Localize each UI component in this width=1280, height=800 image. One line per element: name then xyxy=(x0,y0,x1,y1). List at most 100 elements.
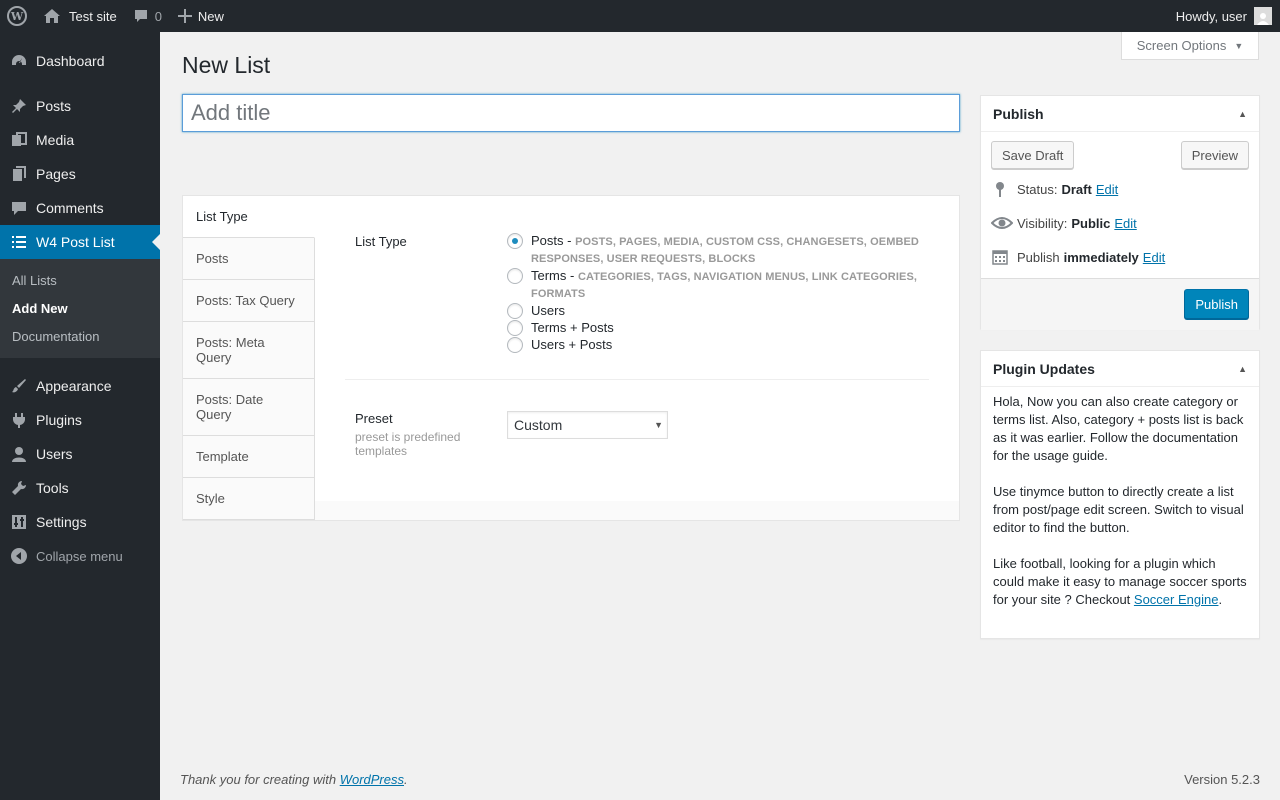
list-type-label: List Type xyxy=(355,234,407,249)
visibility-row: Visibility: Public Edit xyxy=(991,214,1137,232)
plugin-updates-title: Plugin Updates xyxy=(993,360,1095,377)
wrench-icon xyxy=(10,479,28,497)
wordpress-logo-menu[interactable]: W xyxy=(0,0,35,32)
menu-label: Dashboard xyxy=(36,53,105,69)
home-icon xyxy=(43,8,61,24)
radio-label: Terms xyxy=(531,268,567,283)
submenu-documentation[interactable]: Documentation xyxy=(0,322,160,350)
options-tabs: List Type Posts Posts: Tax Query Posts: … xyxy=(183,196,315,520)
collapse-triangle-icon[interactable]: ▲ xyxy=(1238,109,1247,119)
menu-pages[interactable]: Pages xyxy=(0,157,160,191)
menu-w4-post-list[interactable]: W4 Post List xyxy=(0,225,160,259)
comment-bubble-icon xyxy=(10,199,28,217)
edit-visibility-link[interactable]: Edit xyxy=(1114,216,1136,231)
status-label: Status: xyxy=(1017,181,1058,197)
promo-suffix: . xyxy=(1218,592,1223,607)
menu-tools[interactable]: Tools xyxy=(0,471,160,505)
edit-status-link[interactable]: Edit xyxy=(1096,182,1118,197)
radio-description: CATEGORIES, TAGS, NAVIGATION MENUS, LINK… xyxy=(531,271,918,300)
tab-list-type[interactable]: List Type xyxy=(183,196,315,238)
preset-selected-value: Custom xyxy=(514,417,563,433)
radio-option-users[interactable]: Users xyxy=(507,303,927,319)
divider xyxy=(345,379,929,380)
menu-label: Posts xyxy=(36,98,72,114)
radio-label: Terms + Posts xyxy=(531,320,614,335)
radio-option-users-posts[interactable]: Users + Posts xyxy=(507,337,927,353)
admin-bar: W Test site 0 New Howdy, user xyxy=(0,0,1280,32)
publish-box-header[interactable]: Publish ▲ xyxy=(981,96,1259,132)
menu-posts[interactable]: Posts xyxy=(0,89,160,123)
update-paragraph: Hola, Now you can also create category o… xyxy=(993,394,1244,463)
menu-comments[interactable]: Comments xyxy=(0,191,160,225)
w4-post-list-submenu: All Lists Add New Documentation xyxy=(0,259,160,358)
schedule-label: Publish xyxy=(1017,249,1060,265)
menu-plugins[interactable]: Plugins xyxy=(0,403,160,437)
update-paragraph: Use tinymce button to directly create a … xyxy=(993,484,1244,535)
avatar xyxy=(1254,7,1272,25)
menu-users[interactable]: Users xyxy=(0,437,160,471)
radio-option-terms[interactable]: Terms - CATEGORIES, TAGS, NAVIGATION MEN… xyxy=(507,268,927,302)
submenu-all-lists[interactable]: All Lists xyxy=(0,266,160,294)
radio-button[interactable] xyxy=(507,320,523,336)
radio-button[interactable] xyxy=(507,303,523,319)
comments-count: 0 xyxy=(154,8,162,24)
collapse-triangle-icon[interactable]: ▲ xyxy=(1238,364,1247,374)
publish-button[interactable]: Publish xyxy=(1184,289,1249,319)
publish-actions: Publish xyxy=(981,278,1259,330)
tab-posts-date-query[interactable]: Posts: Date Query xyxy=(183,379,315,436)
title-input[interactable] xyxy=(182,94,960,132)
menu-label: W4 Post List xyxy=(36,234,115,250)
plugin-updates-header[interactable]: Plugin Updates ▲ xyxy=(981,351,1259,387)
menu-settings[interactable]: Settings xyxy=(0,505,160,539)
radio-option-posts[interactable]: Posts - POSTS, PAGES, MEDIA, CUSTOM CSS,… xyxy=(507,233,927,267)
sliders-icon xyxy=(10,513,28,531)
footer-thanks-text: Thank you for creating with xyxy=(180,772,340,787)
map-pin-icon xyxy=(991,180,1009,198)
submenu-add-new[interactable]: Add New xyxy=(0,294,160,322)
menu-label: Media xyxy=(36,132,75,148)
menu-dashboard[interactable]: Dashboard xyxy=(0,44,160,78)
menu-label: Users xyxy=(36,446,73,462)
soccer-engine-link[interactable]: Soccer Engine xyxy=(1134,592,1219,607)
site-name-link[interactable]: Test site xyxy=(35,0,125,32)
preset-select[interactable]: Custom ▼ xyxy=(507,411,668,439)
site-name: Test site xyxy=(69,8,117,24)
menu-media[interactable]: Media xyxy=(0,123,160,157)
radio-button[interactable] xyxy=(507,268,523,284)
tab-posts-tax-query[interactable]: Posts: Tax Query xyxy=(183,280,315,322)
preset-label: Preset xyxy=(355,411,393,426)
menu-label: Plugins xyxy=(36,412,82,428)
update-paragraph-promo: Like football, looking for a plugin whic… xyxy=(993,555,1247,609)
tab-template[interactable]: Template xyxy=(183,436,315,478)
list-icon xyxy=(10,233,28,251)
menu-appearance[interactable]: Appearance xyxy=(0,369,160,403)
radio-description: POSTS, PAGES, MEDIA, CUSTOM CSS, CHANGES… xyxy=(531,236,919,265)
tab-posts-meta-query[interactable]: Posts: Meta Query xyxy=(183,322,315,379)
preview-button[interactable]: Preview xyxy=(1180,141,1249,169)
menu-label: Pages xyxy=(36,166,76,182)
save-draft-button[interactable]: Save Draft xyxy=(991,141,1075,169)
menu-label: Settings xyxy=(36,514,87,530)
tab-posts[interactable]: Posts xyxy=(183,238,315,280)
new-content-link[interactable]: New xyxy=(170,0,232,32)
dropdown-arrow-icon: ▼ xyxy=(654,420,663,430)
radio-separator: - xyxy=(566,268,578,283)
radio-option-terms-posts[interactable]: Terms + Posts xyxy=(507,320,927,336)
radio-button[interactable] xyxy=(507,337,523,353)
edit-schedule-link[interactable]: Edit xyxy=(1143,250,1165,265)
visibility-label: Visibility: xyxy=(1017,215,1068,231)
wordpress-link[interactable]: WordPress xyxy=(340,772,404,787)
my-account-link[interactable]: Howdy, user xyxy=(1168,0,1280,32)
radio-button-checked[interactable] xyxy=(507,233,523,249)
comments-link[interactable]: 0 xyxy=(125,0,170,32)
screen-options-button[interactable]: Screen Options ▼ xyxy=(1121,32,1259,60)
comment-bubble-icon xyxy=(133,8,149,24)
tab-panel-list-type: List Type Posts - POSTS, PAGES, MEDIA, C… xyxy=(315,196,959,501)
preset-description: preset is predefined templates xyxy=(355,430,461,458)
collapse-menu-button[interactable]: Collapse menu xyxy=(0,539,160,573)
tab-style[interactable]: Style xyxy=(183,478,315,520)
media-icon xyxy=(10,131,28,149)
collapse-arrow-icon xyxy=(10,547,28,565)
plus-icon xyxy=(177,9,192,23)
radio-label: Users xyxy=(531,303,565,318)
